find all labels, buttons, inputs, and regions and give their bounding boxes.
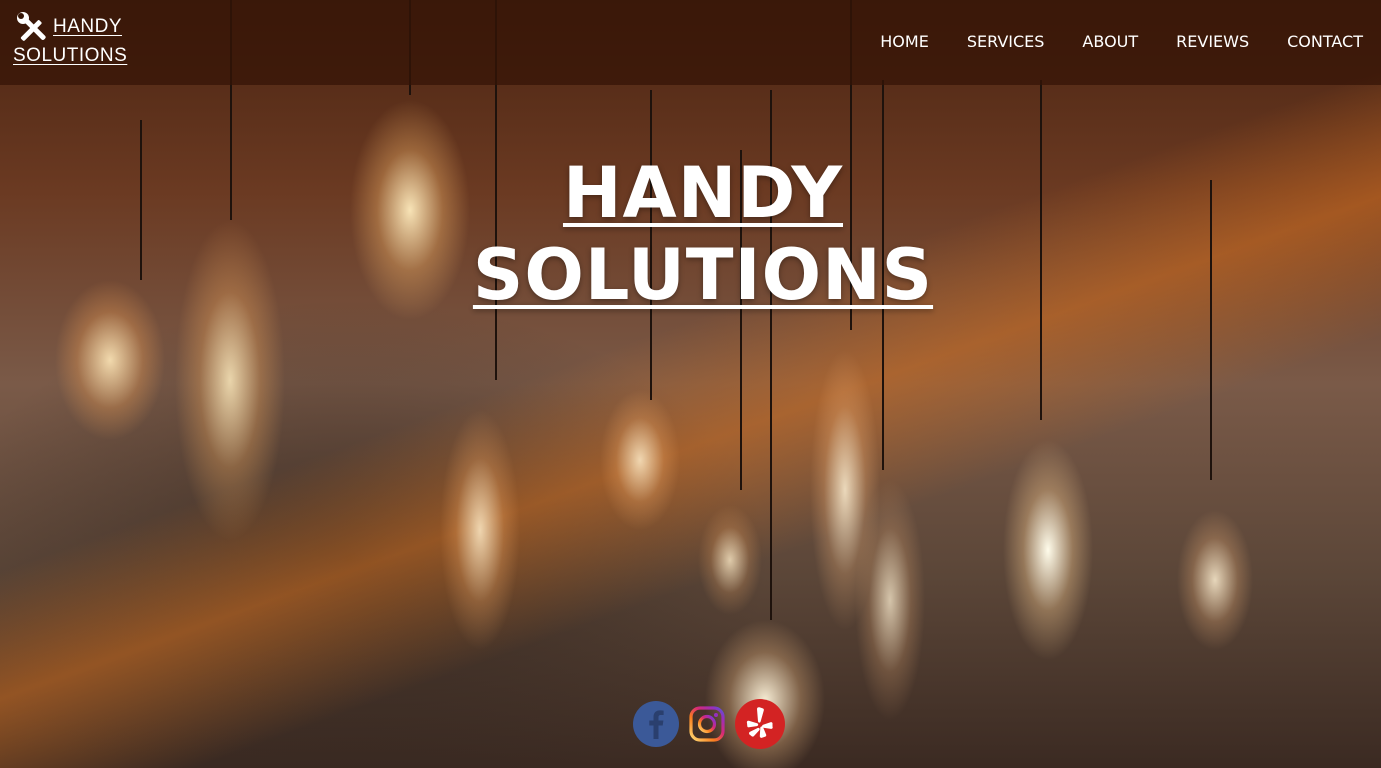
instagram-icon[interactable]	[687, 701, 727, 747]
main-nav: HOME SERVICES ABOUT REVIEWS CONTACT	[880, 32, 1363, 51]
hero-title-line1: HANDY	[562, 152, 844, 234]
brand-name-line2: SOLUTIONS	[13, 45, 128, 66]
nav-home[interactable]: HOME	[880, 32, 929, 51]
brand-logo[interactable]: HANDY SOLUTIONS	[13, 10, 163, 70]
nav-services[interactable]: SERVICES	[967, 32, 1045, 51]
nav-about[interactable]: ABOUT	[1082, 32, 1138, 51]
yelp-icon[interactable]	[735, 699, 785, 749]
social-links	[633, 699, 785, 749]
hero-title-line2: SOLUTIONS	[472, 234, 934, 316]
hero-background-photo	[0, 0, 1381, 768]
nav-contact[interactable]: CONTACT	[1287, 32, 1363, 51]
top-navigation-bar: HANDY SOLUTIONS HOME SERVICES ABOUT REVI…	[0, 0, 1381, 85]
wrench-screwdriver-icon	[17, 12, 49, 44]
nav-reviews[interactable]: REVIEWS	[1176, 32, 1249, 51]
brand-name-line1: HANDY	[53, 16, 123, 37]
hero-title: HANDY SOLUTIONS	[0, 152, 1381, 316]
facebook-icon[interactable]	[633, 701, 679, 747]
